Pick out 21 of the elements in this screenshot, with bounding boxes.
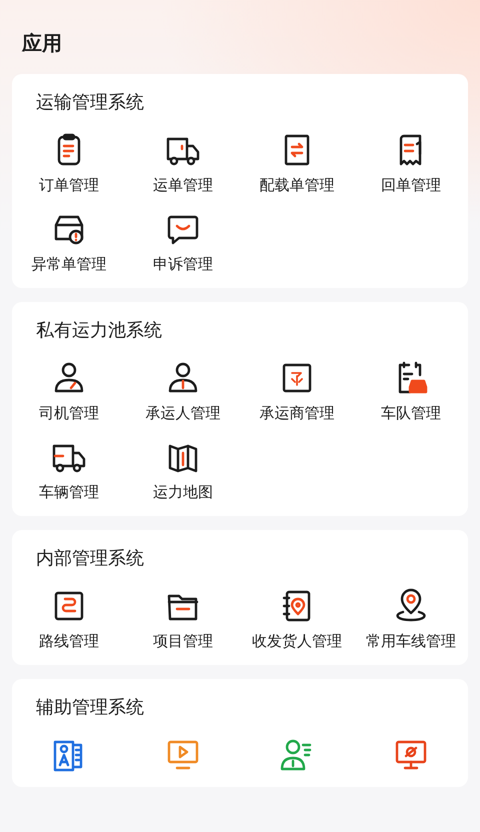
app-tile[interactable]: 运力地图 — [126, 435, 240, 506]
section-title: 运输管理系统 — [36, 91, 144, 115]
app-tile[interactable]: 项目管理 — [126, 584, 240, 655]
app-tile[interactable]: 车辆管理 — [12, 435, 126, 506]
app-tile[interactable]: 异常单管理 — [12, 207, 126, 278]
app-tile[interactable]: 司机管理 — [12, 356, 126, 427]
section-title: 辅助管理系统 — [36, 696, 144, 720]
section-title: 内部管理系统 — [36, 547, 144, 571]
app-tile[interactable]: 订单管理 — [12, 128, 126, 199]
app-tile[interactable]: 申诉管理 — [126, 207, 240, 278]
section-title: 私有运力池系统 — [36, 319, 162, 343]
app-tile[interactable]: 承运商管理 — [240, 356, 354, 427]
app-tile[interactable]: 配载单管理 — [240, 128, 354, 199]
app-tile[interactable]: 回单管理 — [354, 128, 468, 199]
app-tile[interactable]: 车队管理 — [354, 356, 468, 427]
app-tile[interactable]: 运单管理 — [126, 128, 240, 199]
page-title: 应用 — [22, 30, 62, 57]
app-tile[interactable]: 收发货人管理 — [240, 584, 354, 655]
app-tile[interactable]: 承运人管理 — [126, 356, 240, 427]
app-tile[interactable]: 路线管理 — [12, 584, 126, 655]
app-tile[interactable]: 常用车线管理 — [354, 584, 468, 655]
